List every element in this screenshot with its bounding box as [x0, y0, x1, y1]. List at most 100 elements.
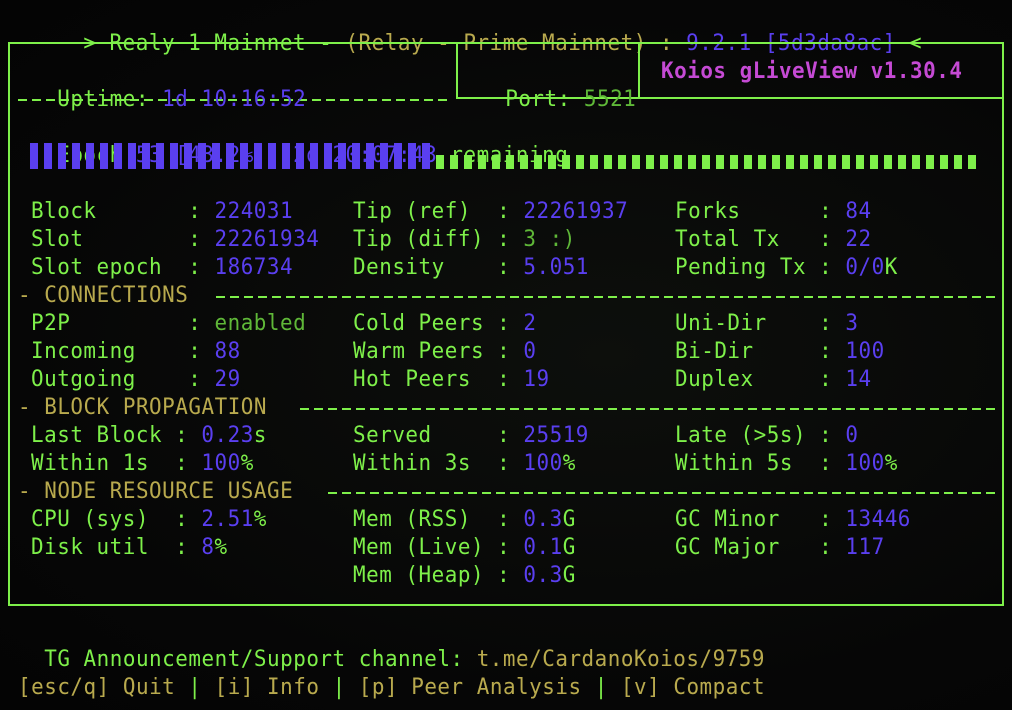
resources-value: 0.3 [523, 563, 563, 588]
progress-cell-empty [786, 155, 794, 169]
tg-link[interactable]: t.me/CardanoKoios/9759 [477, 647, 765, 672]
connections-row-2-col-2: Hot Peers : 19 [353, 366, 550, 394]
connections-label: Duplex : [675, 367, 846, 392]
resources-value: 0.1 [523, 535, 563, 560]
chain-label: Pending Tx : [675, 255, 846, 280]
progress-cell-empty [520, 155, 528, 169]
resources-row-1-col-3: GC Major : 117 [675, 534, 885, 562]
header-divider-2 [638, 44, 640, 98]
chain-row-0-col-3: Forks : 84 [675, 198, 872, 226]
progress-cell-filled [114, 143, 122, 169]
connections-label: Uni-Dir : [675, 311, 846, 336]
key-code: [p] [358, 675, 399, 700]
progress-cell-filled [268, 143, 276, 169]
connections-value: 19 [523, 367, 550, 392]
resources-value: 117 [845, 535, 885, 560]
progress-cell-empty [898, 155, 906, 169]
key-hint-peer-analysis[interactable]: [p] Peer Analysis [359, 675, 582, 700]
uptime-value: 1d 10:16:52 [162, 87, 307, 112]
propagation-row-1-col-2: Within 3s : 100% [353, 450, 576, 478]
key-hint-compact[interactable]: [v] Compact [621, 675, 765, 700]
progress-cell-empty [828, 155, 836, 169]
progress-cell-filled [142, 143, 150, 169]
resources-label: CPU (sys) : [31, 507, 202, 532]
propagation-row-0-col-2: Served : 25519 [353, 422, 589, 450]
resources-row-2-col-2: Mem (Heap) : 0.3G [353, 562, 576, 590]
chain-value: 22 [845, 227, 872, 252]
chain-value: 22261937 [523, 199, 629, 224]
app-name: Koios gLiveView v1.30.4 [661, 59, 963, 84]
progress-cell-empty [800, 155, 808, 169]
key-label: Compact [660, 675, 766, 700]
chain-label: Slot epoch : [31, 255, 215, 280]
key-hint-quit[interactable]: [esc/q] Quit [18, 675, 175, 700]
connections-row-0-col-2: Cold Peers : 2 [353, 310, 536, 338]
progress-cell-empty [534, 155, 542, 169]
uptime-label: Uptime: [57, 87, 163, 112]
progress-cell-empty [632, 155, 640, 169]
progress-cell-empty [506, 155, 514, 169]
progress-cell-filled [394, 143, 402, 169]
propagation-label: Late (>5s) : [675, 423, 846, 448]
epoch-line: Epoch 53 [43.2%], 2d 20:07:43 remaining [31, 114, 568, 168]
section-resources-dash [328, 492, 996, 494]
progress-cell-filled [170, 143, 178, 169]
progress-cell-filled [30, 143, 38, 169]
chain-label: Forks : [675, 199, 846, 224]
chain-row-0-col-1: Block : 224031 [31, 198, 293, 226]
title-bar: > Realy 1 Mainnet - (Relay - Prime Mainn… [44, 2, 922, 56]
connections-value: 0 [523, 339, 537, 364]
propagation-label: Within 3s : [353, 451, 524, 476]
key-code: [esc/q] [18, 675, 110, 700]
connections-label: Warm Peers : [353, 339, 524, 364]
resources-unit: % [214, 535, 228, 560]
resources-row-0-col-2: Mem (RSS) : 0.3G [353, 506, 576, 534]
progress-cell-empty [940, 155, 948, 169]
connections-label: Incoming : [31, 339, 215, 364]
progress-cell-filled [184, 143, 192, 169]
port-label: Port: [505, 87, 584, 112]
connections-value: 14 [845, 367, 872, 392]
progress-cell-empty [576, 155, 584, 169]
chain-label: Block : [31, 199, 215, 224]
section-propagation: - BLOCK PROPAGATION [18, 395, 268, 420]
chain-unit: K [884, 255, 898, 280]
resources-row-1-col-1: Disk util : 8% [31, 534, 228, 562]
progress-cell-empty [674, 155, 682, 169]
propagation-value: 100 [201, 451, 241, 476]
connections-row-0-col-1: P2P : enabled [31, 310, 306, 338]
resources-value: 8 [201, 535, 215, 560]
port: Port: 5521 [479, 58, 636, 112]
progress-cell-empty [842, 155, 850, 169]
resources-value: 0.3 [523, 507, 563, 532]
key-hint-info[interactable]: [i] Info [215, 675, 320, 700]
key-code: [i] [214, 675, 254, 700]
chain-label: Density : [353, 255, 524, 280]
key-label: Info [253, 675, 320, 700]
connections-row-1-col-2: Warm Peers : 0 [353, 338, 536, 366]
chain-value: 84 [845, 199, 872, 224]
progress-cell-empty [436, 155, 444, 169]
connections-value: 100 [845, 339, 885, 364]
chain-label: Tip (ref) : [353, 199, 524, 224]
connections-label: Outgoing : [31, 367, 215, 392]
resources-value: 13446 [845, 507, 911, 532]
progress-cell-filled [198, 143, 206, 169]
progress-cell-filled [352, 143, 360, 169]
key-hints: [esc/q] Quit | [i] Info | [p] Peer Analy… [18, 674, 765, 702]
section-resources-title: NODE RESOURCE USAGE [44, 479, 294, 504]
connections-row-2-col-3: Duplex : 14 [675, 366, 872, 394]
chain-row-0-col-2: Tip (ref) : 22261937 [353, 198, 628, 226]
resources-unit: G [562, 535, 576, 560]
progress-cell-filled [240, 143, 248, 169]
section-connections: - CONNECTIONS [18, 283, 189, 308]
progress-cell-filled [100, 143, 108, 169]
connections-row-1-col-1: Incoming : 88 [31, 338, 241, 366]
propagation-label: Served : [353, 423, 524, 448]
connections-row-0-col-3: Uni-Dir : 3 [675, 310, 858, 338]
chain-label: Total Tx : [675, 227, 846, 252]
progress-cell-filled [212, 143, 220, 169]
progress-cell-empty [660, 155, 668, 169]
section-propagation-title: BLOCK PROPAGATION [44, 395, 268, 420]
connections-label: Hot Peers : [353, 367, 524, 392]
